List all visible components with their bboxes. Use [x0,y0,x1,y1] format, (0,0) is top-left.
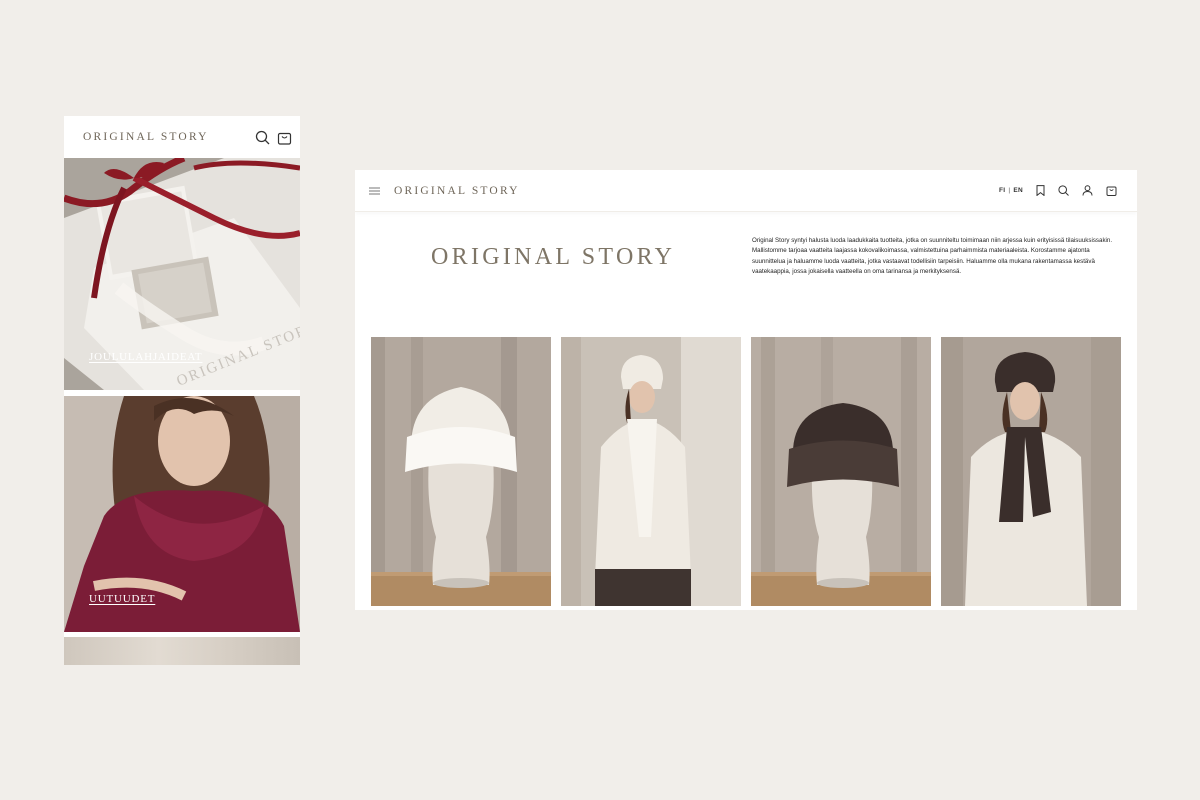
product-grid [371,337,1121,606]
mobile-header: ORIGINAL STORY [64,116,300,158]
product-card-cream-set[interactable] [561,337,741,606]
cart-icon[interactable] [1106,185,1117,196]
product-card-brown-set[interactable] [941,337,1121,606]
woman-brown-image [941,337,1121,606]
tile-new-arrivals[interactable]: UUTUUDET [64,396,300,632]
user-icon[interactable] [1082,185,1093,196]
bookmark-icon[interactable] [1036,185,1045,196]
product-card-brown-beanie[interactable] [751,337,931,606]
tile-label-gift-ideas[interactable]: JOULULAHJAIDEAT [89,351,202,363]
lang-en[interactable]: EN [1013,187,1023,194]
hero-section: ORIGINAL STORY Original Story syntyi hal… [355,212,1137,336]
desktop-mockup: ORIGINAL STORY FI | EN ORIGINAL STORY Or [355,170,1137,610]
desktop-header: ORIGINAL STORY FI | EN [355,170,1137,212]
brown-beanie-image [751,337,931,606]
cart-icon[interactable] [277,130,292,145]
product-card-cream-beanie[interactable] [371,337,551,606]
mobile-mockup: ORIGINAL STORY ORIGINAL STORY JOULULAHJA… [64,116,300,665]
search-icon[interactable] [1058,185,1069,196]
hamburger-icon[interactable] [369,187,380,195]
mobile-logo[interactable]: ORIGINAL STORY [83,131,209,143]
tile-partial[interactable] [64,637,300,665]
tile-label-new-arrivals[interactable]: UUTUUDET [89,593,155,605]
woman-cream-image [561,337,741,606]
tile-gift-ideas[interactable]: ORIGINAL STORY JOULULAHJAIDEAT [64,158,300,390]
cream-beanie-image [371,337,551,606]
hero-title: ORIGINAL STORY [431,244,676,270]
mobile-header-icons [255,130,292,145]
lang-fi[interactable]: FI [999,187,1005,194]
hero-description: Original Story syntyi halusta luoda laad… [752,237,1113,276]
language-switcher: FI | EN [998,187,1023,194]
desktop-logo[interactable]: ORIGINAL STORY [394,185,520,197]
search-icon[interactable] [255,130,270,145]
